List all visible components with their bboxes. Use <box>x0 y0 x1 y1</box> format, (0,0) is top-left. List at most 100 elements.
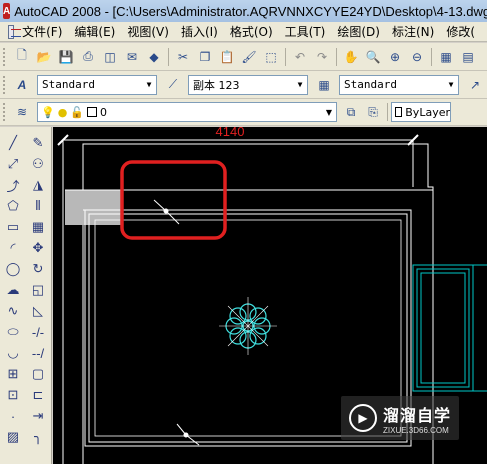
current-layer-name: 0 <box>100 105 108 119</box>
block-editor-icon[interactable]: ⬚ <box>261 47 281 67</box>
layer-color-swatch <box>87 107 98 117</box>
cut-icon[interactable]: ✂ <box>173 47 193 67</box>
table-style-value: Standard <box>344 78 397 91</box>
design-center-icon[interactable]: ▤ <box>458 47 478 67</box>
menu-dimension[interactable]: 标注(N) <box>392 23 434 40</box>
menu-format[interactable]: 格式(O) <box>230 23 273 40</box>
3d-dwf-icon[interactable]: ◆ <box>144 47 164 67</box>
break-icon[interactable]: ▢ <box>28 364 48 384</box>
window-frame <box>412 264 474 392</box>
match-properties-icon[interactable]: 🖌 <box>239 47 259 67</box>
copy-icon[interactable]: ❐ <box>195 47 215 67</box>
arc-icon[interactable]: ◜ <box>3 238 23 258</box>
zoom-window-icon[interactable]: ⊕ <box>385 47 405 67</box>
menu-file[interactable]: 文件(F) <box>22 23 62 40</box>
array-icon[interactable]: ▦ <box>28 217 48 237</box>
layer-manager-icon[interactable]: ≋ <box>12 102 32 122</box>
toolbar-separator <box>285 47 286 66</box>
toolbar-separator <box>168 47 169 66</box>
mirror-icon[interactable]: ◮ <box>28 175 48 195</box>
redo-icon[interactable]: ↷ <box>312 47 332 67</box>
layer-thaw-icon[interactable]: ● <box>58 106 68 119</box>
document-icon[interactable] <box>8 24 22 39</box>
watermark: ▶ 溜溜自学 ZIXUE.3D66.COM <box>341 396 459 440</box>
chevron-down-icon[interactable]: ▼ <box>293 76 307 94</box>
circle-icon[interactable]: ◯ <box>3 259 23 279</box>
layer-control-combo[interactable]: 💡 ● 🔓 0 ▼ <box>37 102 337 122</box>
dimension-style-combo[interactable]: 副本 123 ▼ <box>188 74 308 95</box>
multileader-style-icon[interactable]: ↗ <box>465 75 485 95</box>
window-title: AutoCAD 2008 - [C:\Users\Administrator.A… <box>14 3 487 19</box>
pan-icon[interactable]: ✋ <box>341 47 361 67</box>
title-bar: A AutoCAD 2008 - [C:\Users\Administrator… <box>0 0 487 22</box>
menu-insert[interactable]: 插入(I) <box>181 23 218 40</box>
construction-line-icon[interactable]: ⤢ <box>3 154 23 174</box>
point-icon[interactable]: · <box>3 406 23 426</box>
insert-block-icon[interactable]: ⊞ <box>3 364 23 384</box>
paste-icon[interactable]: 📋 <box>217 47 237 67</box>
tool-palette: ╱ ⤢ ⤴ ⬠ ▭ ◜ ◯ ☁ ∿ ⬭ ◡ ⊞ ⊡ · ▨ ✎ ⚇ ◮ ⫴ ▦ … <box>0 127 52 464</box>
save-icon[interactable]: 💾 <box>56 47 76 67</box>
menu-tools[interactable]: 工具(T) <box>285 23 326 40</box>
chamfer-icon[interactable]: ⇥ <box>28 406 48 426</box>
toolbar-grip[interactable] <box>3 103 7 121</box>
zoom-previous-icon[interactable]: ⊖ <box>407 47 427 67</box>
autocad-app-icon[interactable]: A <box>3 3 11 19</box>
menu-draw[interactable]: 绘图(D) <box>337 23 380 40</box>
text-style-combo[interactable]: Standard ▼ <box>37 74 157 95</box>
scale-icon[interactable]: ◱ <box>28 280 48 300</box>
layers-toolbar: ≋ 💡 ● 🔓 0 ▼ ⧉ ⎘ ByLayer <box>0 99 487 126</box>
hatch-icon[interactable]: ▨ <box>3 427 23 447</box>
fillet-icon[interactable]: ╮ <box>28 427 48 447</box>
publish-icon[interactable]: ✉ <box>122 47 142 67</box>
erase-icon[interactable]: ✎ <box>28 133 48 153</box>
print-icon[interactable]: ⎙ <box>78 47 98 67</box>
layer-previous-icon[interactable]: ⎘ <box>363 102 383 122</box>
make-current-layer-icon[interactable]: ⧉ <box>341 102 361 122</box>
copy-object-icon[interactable]: ⚇ <box>28 154 48 174</box>
rotate-icon[interactable]: ↻ <box>28 259 48 279</box>
plot-preview-icon[interactable]: ◫ <box>100 47 120 67</box>
chevron-down-icon[interactable]: ▼ <box>142 76 156 94</box>
undo-icon[interactable]: ↶ <box>290 47 310 67</box>
ellipse-arc-icon[interactable]: ◡ <box>3 343 23 363</box>
text-style-icon[interactable]: A <box>12 75 32 95</box>
dimension-style-icon[interactable]: ⟋ <box>163 75 183 95</box>
color-control-combo[interactable]: ByLayer <box>391 102 451 122</box>
open-icon[interactable]: 📂 <box>34 47 54 67</box>
make-block-icon[interactable]: ⊡ <box>3 385 23 405</box>
dimension-style-value: 副本 123 <box>193 78 240 92</box>
standard-toolbar: 🗋 📂 💾 ⎙ ◫ ✉ ◆ ✂ ❐ 📋 🖌 ⬚ ↶ ↷ ✋ 🔍 ⊕ ⊖ ▦ ▤ <box>0 43 487 71</box>
extend-icon[interactable]: --/ <box>28 343 48 363</box>
menu-view[interactable]: 视图(V) <box>127 23 169 40</box>
menu-edit[interactable]: 编辑(E) <box>74 23 115 40</box>
join-icon[interactable]: ⊏ <box>28 385 48 405</box>
ellipse-icon[interactable]: ⬭ <box>3 322 23 342</box>
spline-icon[interactable]: ∿ <box>3 301 23 321</box>
zoom-realtime-icon[interactable]: 🔍 <box>363 47 383 67</box>
offset-icon[interactable]: ⫴ <box>28 196 48 216</box>
layer-on-icon[interactable]: 💡 <box>41 106 55 119</box>
chevron-down-icon[interactable]: ▼ <box>444 76 458 94</box>
toolbar-grip[interactable] <box>3 75 7 94</box>
move-icon[interactable]: ✥ <box>28 238 48 258</box>
trim-icon[interactable]: -/- <box>28 322 48 342</box>
toolbar-grip[interactable] <box>3 47 7 66</box>
chevron-down-icon[interactable]: ▼ <box>322 108 336 117</box>
rectangle-icon[interactable]: ▭ <box>3 217 23 237</box>
new-icon[interactable]: 🗋 <box>12 47 32 67</box>
polyline-icon[interactable]: ⤴ <box>3 175 23 195</box>
polygon-icon[interactable]: ⬠ <box>3 196 23 216</box>
table-style-icon[interactable]: ▦ <box>314 75 334 95</box>
menu-modify[interactable]: 修改( <box>446 23 475 40</box>
watermark-brand: 溜溜自学 <box>383 405 452 425</box>
line-icon[interactable]: ╱ <box>3 133 23 153</box>
dimension-text: 4140 <box>216 127 245 139</box>
color-swatch <box>395 107 403 117</box>
stretch-icon[interactable]: ◺ <box>28 301 48 321</box>
table-style-combo[interactable]: Standard ▼ <box>339 74 459 95</box>
layer-lock-icon[interactable]: 🔓 <box>70 106 84 119</box>
revision-cloud-icon[interactable]: ☁ <box>3 280 23 300</box>
autocad-window: A AutoCAD 2008 - [C:\Users\Administrator… <box>0 0 487 464</box>
properties-icon[interactable]: ▦ <box>436 47 456 67</box>
